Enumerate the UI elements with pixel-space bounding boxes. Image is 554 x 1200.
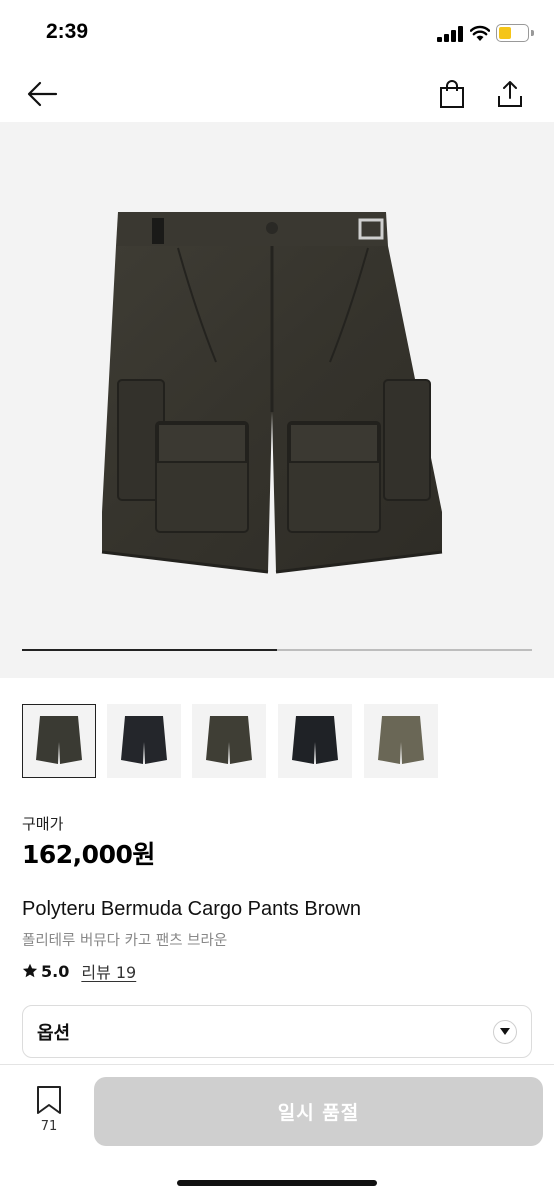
sold-out-button[interactable]: 일시 품절 [94, 1077, 543, 1146]
top-nav-bar [0, 64, 554, 122]
star-icon [22, 963, 38, 978]
bottom-bar-divider [0, 1064, 554, 1065]
battery-icon [496, 24, 529, 42]
shopping-bag-button[interactable] [432, 74, 472, 114]
product-name-english: Polyteru Bermuda Cargo Pants Brown [22, 898, 362, 920]
share-button[interactable] [490, 74, 530, 114]
product-name-korean: 폴리테루 버뮤다 카고 팬츠 브라운 [22, 933, 228, 949]
option-label: 옵션 [37, 1022, 71, 1044]
rating-row: 5.0 리뷰 19 [22, 960, 136, 982]
wishlist-button[interactable]: 71 [28, 1085, 70, 1139]
thumbnail-1[interactable] [22, 704, 96, 778]
wishlist-count: 71 [40, 1119, 58, 1134]
thumbnail-3[interactable] [192, 704, 266, 778]
status-bar: 2:39 [0, 0, 554, 64]
back-button[interactable] [22, 74, 62, 114]
share-icon [498, 81, 522, 107]
wifi-icon [470, 25, 490, 41]
thumbnail-2[interactable] [107, 704, 181, 778]
price-value: 162,000원 [22, 840, 155, 869]
status-time: 2:39 [46, 20, 89, 43]
thumbnail-4[interactable] [278, 704, 352, 778]
battery-cap [531, 30, 534, 36]
back-arrow-icon [27, 81, 58, 107]
cellular-signal-icon [437, 26, 463, 42]
caret-down-icon [500, 1028, 510, 1035]
product-image-gallery[interactable] [0, 122, 554, 678]
thumbnail-strip [22, 704, 542, 780]
rating-value: 5.0 [41, 961, 70, 981]
price-label: 구매가 [22, 815, 64, 833]
review-link[interactable]: 리뷰 19 [81, 959, 136, 983]
gallery-progress-track [22, 648, 532, 651]
product-shorts-image [101, 212, 443, 574]
gallery-progress-fill [22, 648, 277, 651]
bookmark-icon [37, 1086, 61, 1114]
home-indicator [177, 1180, 377, 1186]
option-selector[interactable]: 옵션 [22, 1005, 532, 1058]
thumbnail-5[interactable] [364, 704, 438, 778]
dropdown-button[interactable] [493, 1019, 517, 1044]
shopping-bag-icon [440, 80, 464, 108]
